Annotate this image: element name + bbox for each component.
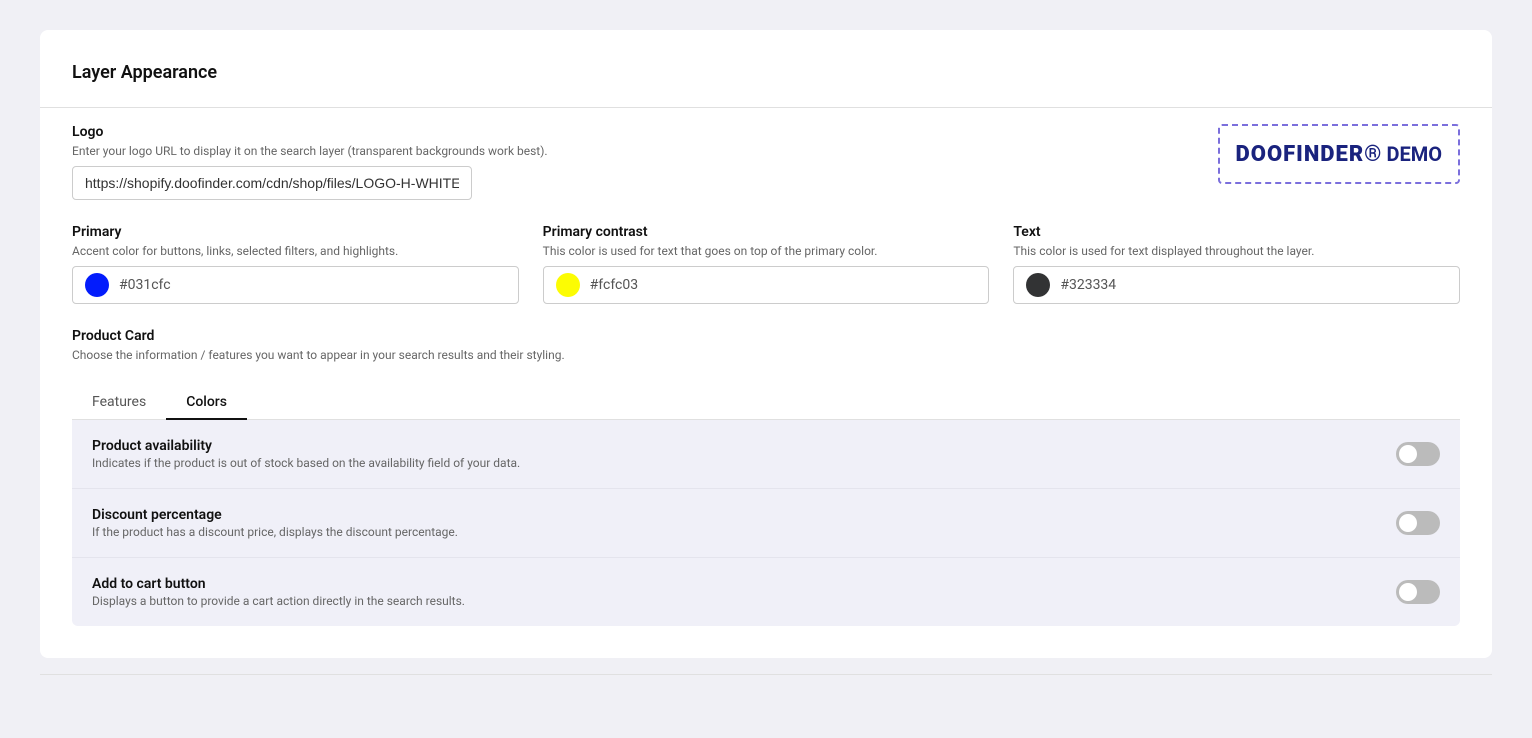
bottom-divider [40,674,1492,675]
primary-contrast-color-input-wrapper[interactable]: #fcfc03 [543,266,990,304]
primary-color-input-wrapper[interactable]: #031cfc [72,266,519,304]
product-card-description: Choose the information / features you wa… [72,348,1460,362]
primary-color-field: Primary Accent color for buttons, links,… [72,224,519,304]
primary-description: Accent color for buttons, links, selecte… [72,244,519,258]
primary-contrast-label: Primary contrast [543,224,990,240]
feature-info-cart: Add to cart button Displays a button to … [92,576,465,608]
toggle-cart-slider [1396,580,1440,604]
text-color-value: #323334 [1060,277,1116,293]
tab-content: Product availability Indicates if the pr… [72,420,1460,626]
tab-colors[interactable]: Colors [166,386,247,420]
product-card-tabs: Features Colors [72,386,1460,420]
feature-row-cart: Add to cart button Displays a button to … [72,558,1460,626]
feature-info-discount: Discount percentage If the product has a… [92,507,458,539]
feature-row-availability: Product availability Indicates if the pr… [72,420,1460,489]
feature-info-availability: Product availability Indicates if the pr… [92,438,520,470]
feature-desc-cart: Displays a button to provide a cart acti… [92,594,465,608]
product-card-label: Product Card [72,328,1460,344]
toggle-availability[interactable] [1396,442,1440,466]
text-color-input-wrapper[interactable]: #323334 [1013,266,1460,304]
logo-label: Logo [72,124,548,140]
feature-title-discount: Discount percentage [92,507,458,523]
logo-preview-demo: DEMO [1386,142,1442,166]
toggle-availability-slider [1396,442,1440,466]
logo-preview: DOOFINDER® DEMO [1218,124,1460,184]
logo-url-input[interactable] [72,166,472,200]
primary-color-swatch [85,273,109,297]
primary-contrast-description: This color is used for text that goes on… [543,244,990,258]
logo-preview-text: DOOFINDER® [1236,142,1383,167]
feature-title-availability: Product availability [92,438,520,454]
tab-features[interactable]: Features [72,386,166,420]
text-color-field: Text This color is used for text display… [1013,224,1460,304]
text-color-label: Text [1013,224,1460,240]
primary-label: Primary [72,224,519,240]
text-color-swatch [1026,273,1050,297]
logo-section: Logo Enter your logo URL to display it o… [72,124,1460,224]
text-color-description: This color is used for text displayed th… [1013,244,1460,258]
colors-row: Primary Accent color for buttons, links,… [72,224,1460,304]
logo-description: Enter your logo URL to display it on the… [72,144,548,158]
feature-desc-availability: Indicates if the product is out of stock… [92,456,520,470]
feature-row-discount: Discount percentage If the product has a… [72,489,1460,558]
product-card-section: Product Card Choose the information / fe… [72,328,1460,626]
logo-field-group: Logo Enter your logo URL to display it o… [72,124,548,200]
primary-contrast-color-field: Primary contrast This color is used for … [543,224,990,304]
primary-color-value: #031cfc [119,277,171,293]
toggle-discount[interactable] [1396,511,1440,535]
layer-appearance-card: Layer Appearance Logo Enter your logo UR… [40,30,1492,658]
toggle-cart[interactable] [1396,580,1440,604]
feature-title-cart: Add to cart button [92,576,465,592]
primary-contrast-color-swatch [556,273,580,297]
toggle-discount-slider [1396,511,1440,535]
page-wrapper: Layer Appearance Logo Enter your logo UR… [0,0,1532,738]
feature-desc-discount: If the product has a discount price, dis… [92,525,458,539]
primary-contrast-color-value: #fcfc03 [590,277,638,293]
page-title: Layer Appearance [72,62,1460,83]
